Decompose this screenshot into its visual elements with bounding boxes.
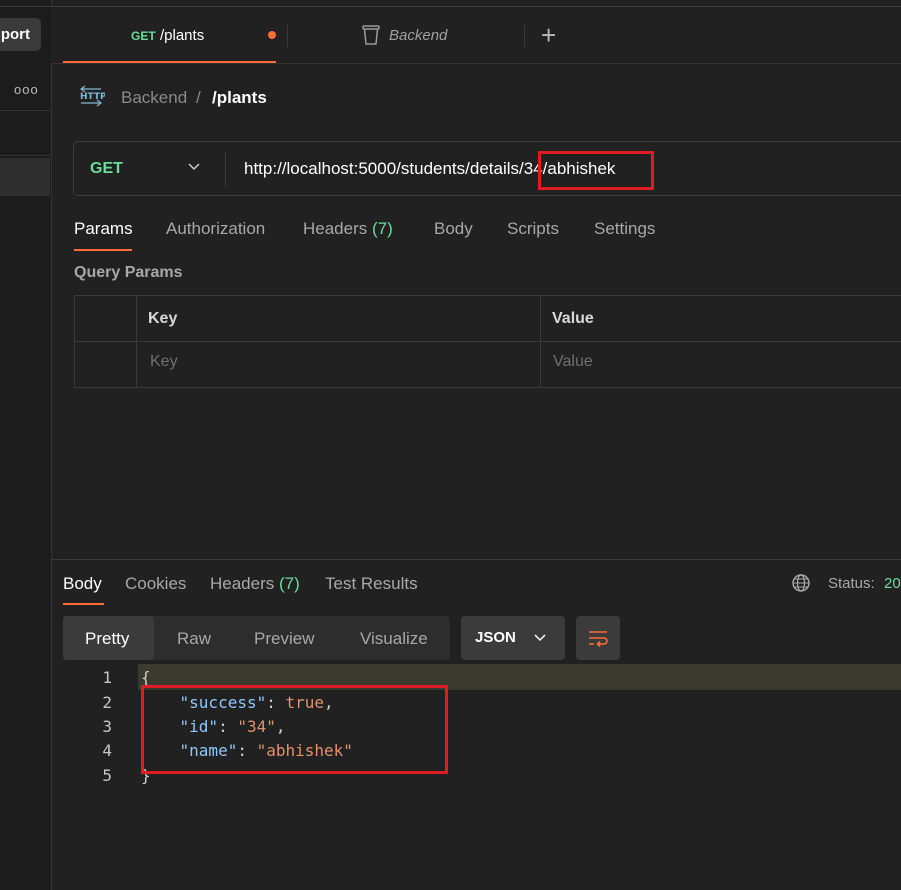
method-select[interactable]: GET bbox=[90, 160, 123, 178]
tab-authorization[interactable]: Authorization bbox=[166, 219, 265, 239]
breadcrumb-separator: / bbox=[196, 88, 201, 107]
url-highlight-box bbox=[538, 151, 654, 190]
http-icon: HTTP bbox=[79, 84, 107, 110]
tab-label: Body bbox=[434, 219, 473, 238]
active-tab-indicator bbox=[63, 603, 104, 605]
sidebar-divider bbox=[0, 155, 51, 156]
tab-scripts[interactable]: Scripts bbox=[507, 219, 559, 239]
response-tab-test-results[interactable]: Test Results bbox=[325, 574, 418, 594]
chevron-down-icon[interactable] bbox=[187, 160, 201, 174]
breadcrumb-collection[interactable]: Backend bbox=[121, 88, 187, 108]
url-divider bbox=[225, 152, 226, 186]
tab-label: Headers bbox=[210, 574, 275, 593]
sidebar-item-selected[interactable] bbox=[0, 158, 50, 196]
more-options-icon[interactable]: ooo bbox=[14, 82, 39, 97]
response-tab-headers[interactable]: Headers (7) bbox=[210, 574, 300, 594]
view-visualize-button[interactable]: Visualize bbox=[360, 629, 428, 649]
import-button[interactable]: port bbox=[0, 18, 41, 51]
unsaved-dot-icon bbox=[268, 31, 276, 39]
wrap-lines-icon bbox=[586, 626, 610, 650]
format-select-label: JSON bbox=[475, 629, 516, 646]
left-sidebar bbox=[0, 0, 52, 890]
column-header-key: Key bbox=[148, 310, 178, 327]
tab-label: Settings bbox=[594, 219, 656, 238]
query-params-title: Query Params bbox=[74, 264, 183, 281]
tab-label: Authorization bbox=[166, 219, 266, 238]
tab-separator bbox=[287, 25, 288, 47]
view-raw-button[interactable]: Raw bbox=[177, 629, 211, 649]
response-pane-divider[interactable] bbox=[51, 559, 901, 560]
headers-count: (7) bbox=[372, 219, 393, 238]
tab-settings[interactable]: Settings bbox=[594, 219, 655, 239]
active-tab-indicator bbox=[63, 61, 276, 63]
trash-icon bbox=[361, 24, 381, 46]
line-number: 3 bbox=[102, 717, 112, 736]
tab-method-badge: GET bbox=[131, 29, 156, 43]
json-highlight-box bbox=[141, 685, 448, 774]
tab-title: /plants bbox=[160, 27, 205, 44]
response-tab-body[interactable]: Body bbox=[63, 574, 102, 594]
chevron-down-icon bbox=[533, 631, 547, 645]
table-divider bbox=[74, 341, 901, 342]
svg-text:HTTP: HTTP bbox=[80, 92, 105, 102]
headers-count: (7) bbox=[279, 574, 300, 593]
tab-label: Headers bbox=[303, 219, 368, 238]
active-tab-indicator bbox=[74, 249, 132, 251]
sidebar-divider bbox=[0, 110, 51, 111]
view-pretty-button[interactable]: Pretty bbox=[85, 629, 129, 649]
line-number: 1 bbox=[102, 668, 112, 687]
tab-backend[interactable]: Backend bbox=[389, 27, 447, 44]
tab-label: Cookies bbox=[125, 574, 187, 593]
line-number: 4 bbox=[102, 741, 112, 760]
line-number: 2 bbox=[102, 693, 112, 712]
tab-label: Scripts bbox=[507, 219, 559, 238]
breadcrumb-request-name[interactable]: /plants bbox=[212, 88, 267, 108]
table-divider bbox=[540, 295, 541, 388]
param-key-input[interactable]: Key bbox=[150, 353, 178, 371]
tab-label: Test Results bbox=[325, 574, 418, 593]
tab-params[interactable]: Params bbox=[74, 219, 133, 239]
table-divider bbox=[136, 295, 137, 388]
status-label: Status: bbox=[828, 575, 875, 592]
import-button-label: port bbox=[0, 26, 30, 43]
tab-label: Body bbox=[63, 574, 102, 593]
tab-headers[interactable]: Headers (7) bbox=[303, 219, 393, 239]
globe-icon[interactable] bbox=[791, 573, 811, 593]
param-value-input[interactable]: Value bbox=[553, 353, 593, 371]
tab-separator bbox=[524, 25, 525, 47]
line-number: 5 bbox=[102, 766, 112, 785]
view-preview-button[interactable]: Preview bbox=[254, 629, 314, 649]
tab-body[interactable]: Body bbox=[434, 219, 473, 239]
column-header-value: Value bbox=[552, 310, 594, 327]
new-tab-plus-icon[interactable]: + bbox=[541, 20, 556, 51]
response-tab-cookies[interactable]: Cookies bbox=[125, 574, 186, 594]
status-code: 20 bbox=[884, 575, 901, 592]
tab-label: Params bbox=[74, 219, 133, 238]
